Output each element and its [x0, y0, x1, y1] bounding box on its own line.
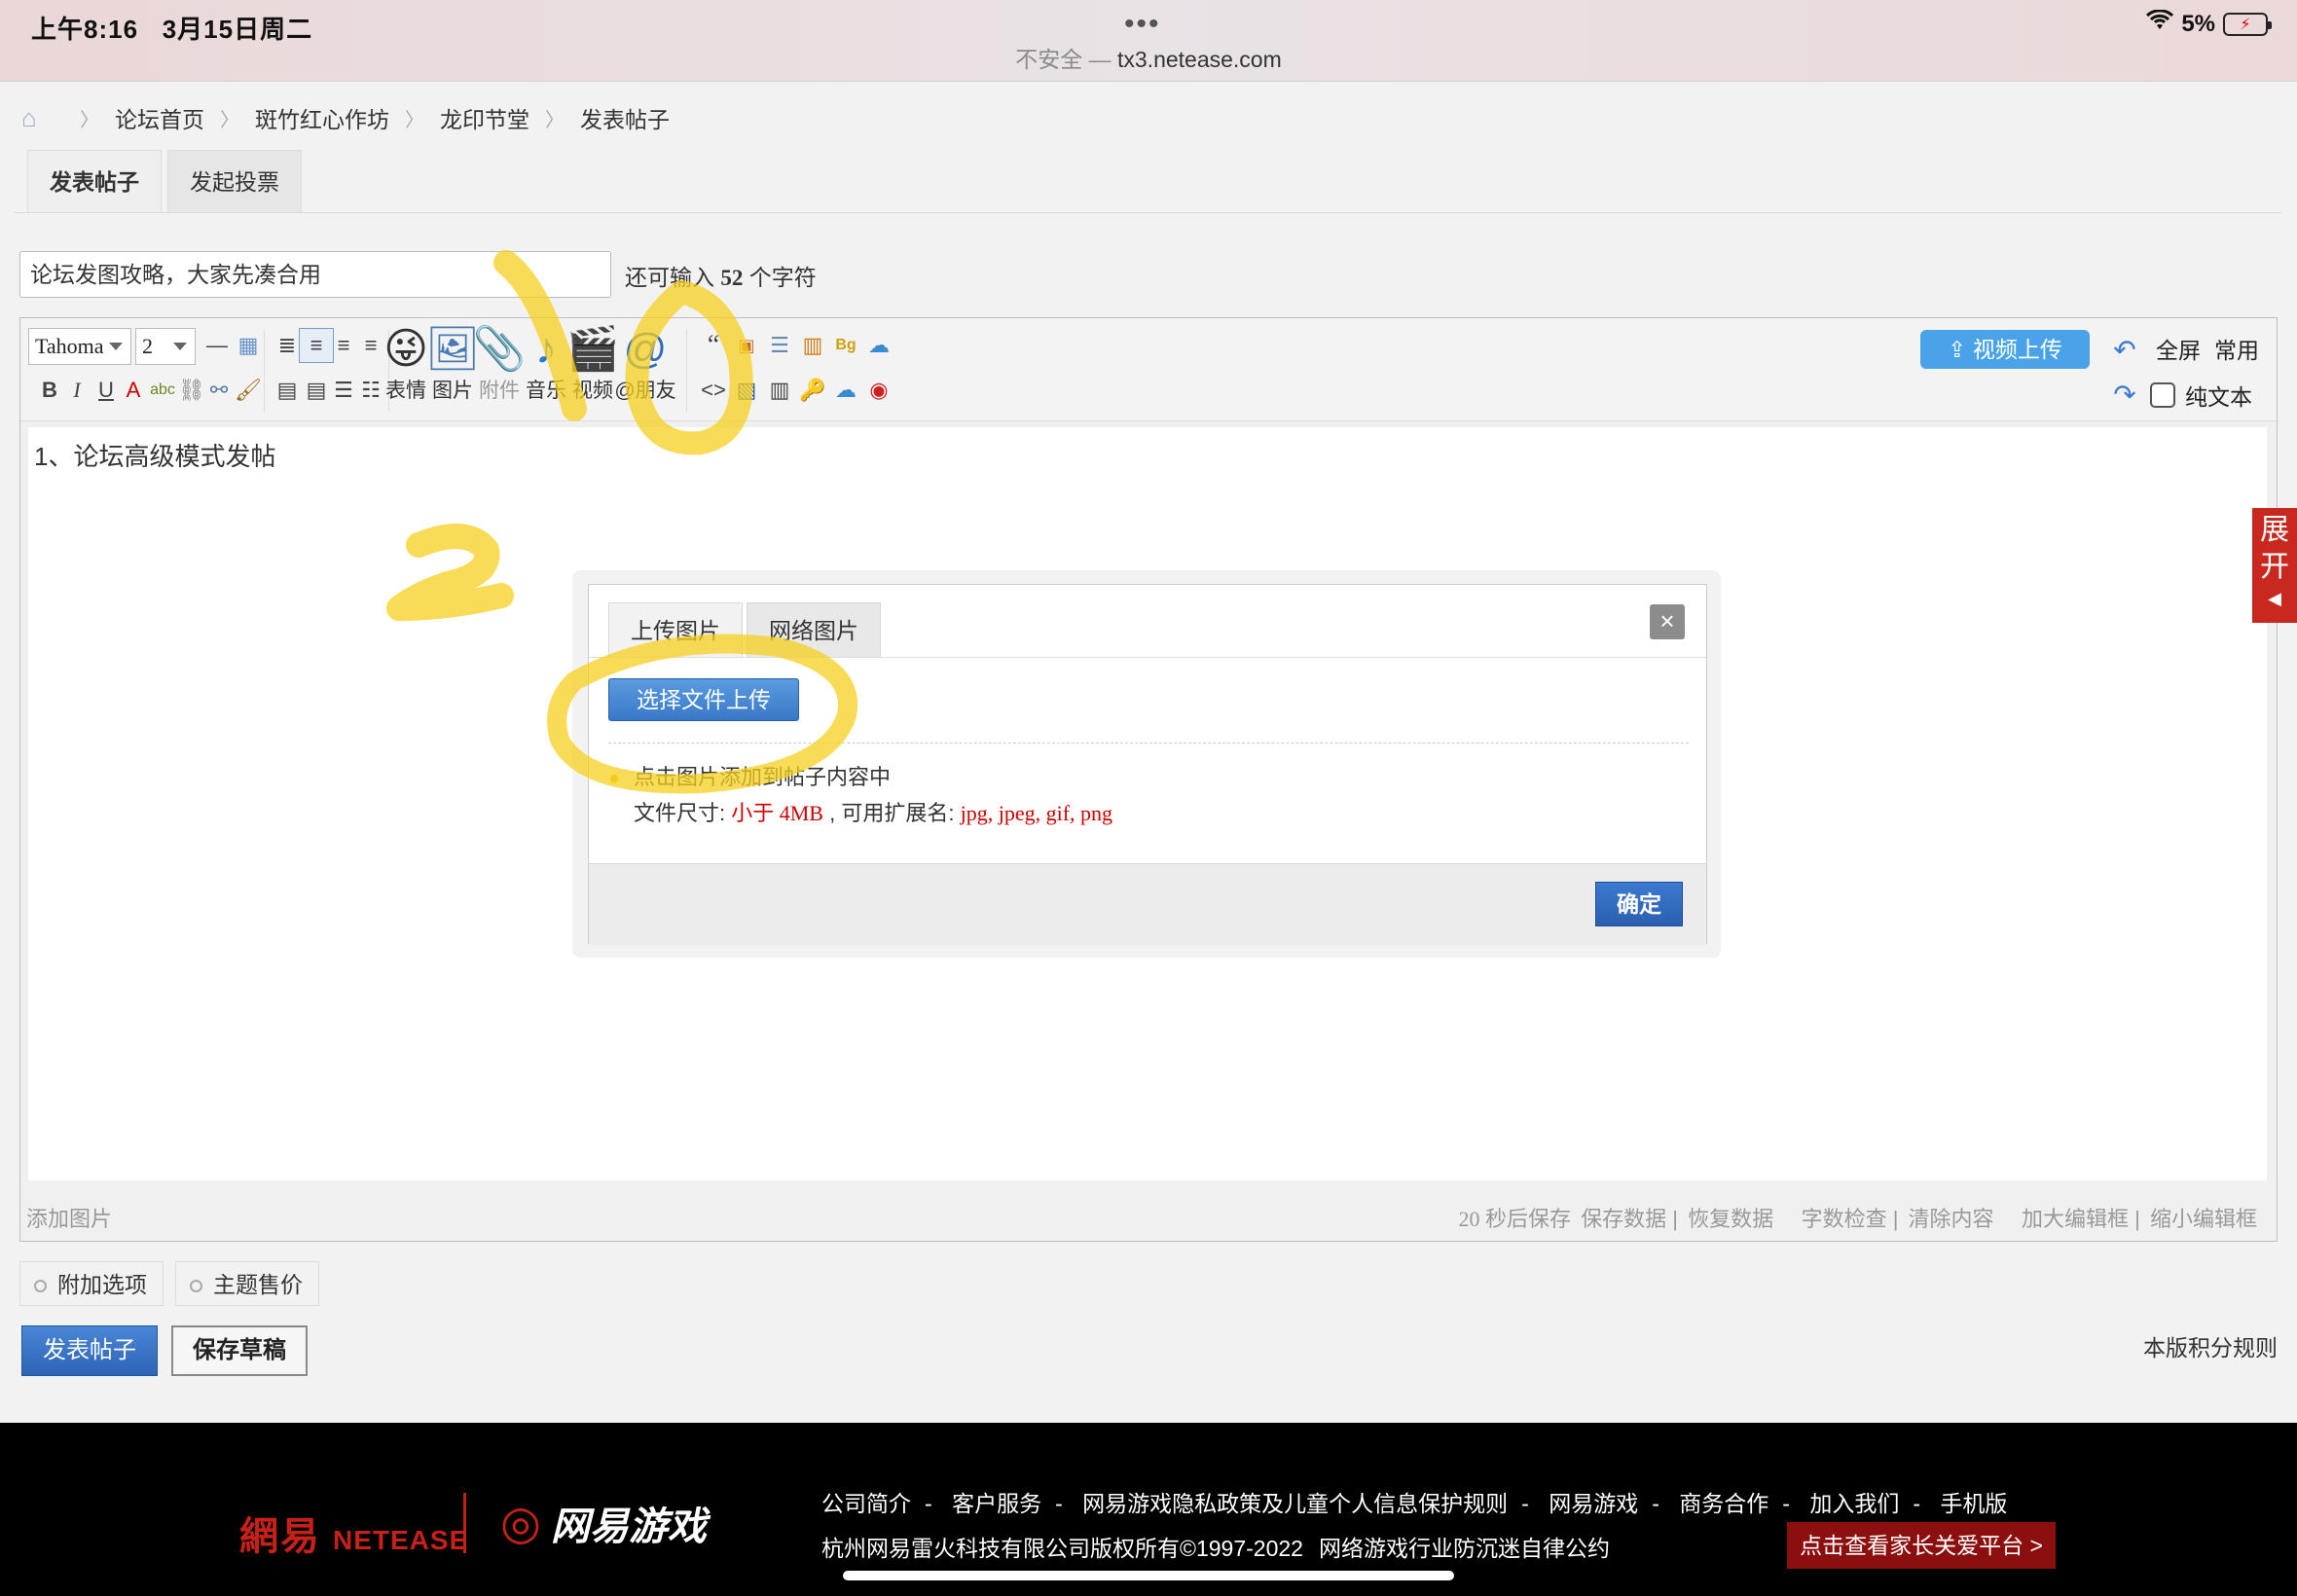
anti-addiction-link[interactable]: 网络游戏行业防沉迷自律公约: [1319, 1536, 1610, 1561]
shrink-editor-link[interactable]: 缩小编辑框: [2150, 1207, 2257, 1231]
word-paste-icon[interactable]: ▧: [729, 373, 764, 408]
breadcrumb-separator: 〉: [80, 109, 99, 131]
domain-label: tx3.netease.com: [1117, 47, 1282, 72]
editor-statusbar: 添加图片 20 秒后保存 保存数据 | 恢复数据 字数检查 | 清除内容 加大编…: [20, 1200, 2277, 1239]
netease-icon[interactable]: ◉: [861, 373, 896, 408]
tab-new-post[interactable]: 发表帖子: [27, 150, 162, 212]
plain-text-checkbox[interactable]: [2150, 382, 2175, 408]
footer-links: 公司简介 - 客户服务 - 网易游戏隐私政策及儿童个人信息保护规则 - 网易游戏 - 商…: [821, 1491, 2008, 1516]
common-button[interactable]: 常用: [2214, 332, 2259, 365]
tab-new-poll[interactable]: 发起投票: [167, 150, 302, 212]
submit-post-button[interactable]: 发表帖子: [21, 1325, 158, 1376]
close-icon[interactable]: ×: [1650, 604, 1685, 639]
tabs-divider: [14, 212, 2281, 213]
clear-content-link[interactable]: 清除内容: [1909, 1207, 1994, 1231]
dialog-tabs: 上传图片 网络图片: [608, 602, 881, 657]
footer-link-service[interactable]: 客户服务: [952, 1491, 1041, 1516]
parental-care-button[interactable]: 点击查看家长关爱平台 >: [1787, 1522, 2056, 1569]
add-image-link[interactable]: 添加图片: [26, 1200, 112, 1239]
ios-status-bar: 上午8:16 3月15日周二 ••• 不安全 — tx3.netease.com…: [0, 0, 2297, 82]
footer-link-about[interactable]: 公司简介: [821, 1491, 911, 1516]
wifi-icon: [2146, 9, 2174, 38]
footer-link-join[interactable]: 加入我们: [1809, 1491, 1899, 1516]
logo-divider: [463, 1493, 466, 1553]
side-expand-tab[interactable]: 展 开 ◀: [2252, 508, 2297, 623]
footer-link-privacy[interactable]: 网易游戏隐私政策及儿童个人信息保护规则: [1082, 1491, 1508, 1516]
footer-link-mobile[interactable]: 手机版: [1940, 1491, 2007, 1516]
extra-options-toggle[interactable]: 附加选项: [19, 1261, 164, 1306]
mention-button[interactable]: @ @朋友: [610, 324, 680, 404]
subject-input[interactable]: 论坛发图攻略，大家先凑合用: [19, 251, 611, 298]
columns-icon[interactable]: ▥: [762, 373, 797, 408]
save-data-link[interactable]: 保存数据: [1581, 1207, 1666, 1231]
multitask-dots[interactable]: •••: [1124, 8, 1161, 41]
netease-games-logo[interactable]: ◎ 网易游戏: [500, 1495, 707, 1551]
topic-price-toggle[interactable]: 主题售价: [175, 1261, 319, 1306]
save-draft-button[interactable]: 保存草稿: [171, 1325, 308, 1376]
hide-content-icon[interactable]: ☰: [762, 328, 797, 363]
free-icon[interactable]: ▣: [729, 328, 764, 363]
code-icon[interactable]: <>: [696, 373, 731, 408]
home-indicator[interactable]: [843, 1571, 1454, 1580]
image-upload-dialog: 上传图片 网络图片 × 选择文件上传 ● 点击图片添加到帖子内容中 文件尺寸: 小…: [588, 584, 1707, 945]
mention-icon: @: [623, 325, 668, 373]
address-bar[interactable]: 不安全 — tx3.netease.com: [0, 41, 2297, 74]
insecure-label: 不安全 —: [1015, 47, 1112, 72]
flash-icon[interactable]: ☁: [828, 373, 863, 408]
redo-icon[interactable]: ↷: [2107, 377, 2142, 412]
quote-icon[interactable]: “: [696, 328, 731, 363]
netease-logo[interactable]: 網易 NETEASE: [239, 1505, 468, 1561]
tab-upload-image[interactable]: 上传图片: [608, 602, 743, 657]
credit-rules-link[interactable]: 本版积分规则: [2143, 1329, 2278, 1362]
breadcrumb-forum-home[interactable]: 论坛首页: [115, 101, 204, 134]
font-size-select[interactable]: 2: [135, 328, 196, 365]
video-upload-button[interactable]: ⇪ 视频上传: [1920, 330, 2090, 369]
editor-toolbar: Tahoma 2 — ▦ B I U A abc ⛓ ⚯ 🖌 ≣ ≡ ≡ ≡ ▤…: [20, 318, 2277, 421]
breadcrumb-current: 发表帖子: [580, 107, 670, 132]
fullscreen-button[interactable]: 全屏: [2156, 332, 2201, 365]
breadcrumb-separator: 〉: [405, 109, 424, 131]
breadcrumb-subforum[interactable]: 龙印节堂: [440, 101, 529, 134]
footer-link-games[interactable]: 网易游戏: [1549, 1491, 1638, 1516]
battery-percent: 5%: [2181, 10, 2215, 37]
dialog-divider: [608, 743, 1689, 744]
toolbar-separator: [264, 330, 265, 412]
status-right: 5% ⚡: [2146, 9, 2272, 38]
undo-icon[interactable]: ↶: [2107, 332, 2142, 367]
enlarge-editor-link[interactable]: 加大编辑框: [2022, 1207, 2129, 1231]
restore-data-link[interactable]: 恢复数据: [1688, 1207, 1773, 1231]
breadcrumb-section[interactable]: 斑竹红心作坊: [255, 101, 389, 134]
font-family-select[interactable]: Tahoma: [28, 328, 131, 365]
home-icon[interactable]: ⌂: [21, 105, 49, 130]
chevron-left-icon: ◀: [2268, 589, 2281, 608]
clear-format-icon[interactable]: 🖌: [231, 373, 266, 408]
confirm-button[interactable]: 确定: [1595, 882, 1683, 926]
footer-link-business[interactable]: 商务合作: [1679, 1491, 1768, 1516]
choose-file-button[interactable]: 选择文件上传: [608, 678, 799, 721]
autosave-countdown: 20 秒后保存: [1458, 1207, 1572, 1231]
horizontal-rule-icon[interactable]: —: [200, 328, 235, 363]
page-break-icon[interactable]: ▥: [795, 328, 830, 363]
breadcrumb-separator: 〉: [220, 109, 239, 131]
breadcrumb-separator: 〉: [545, 109, 565, 131]
plain-text-label: 纯文本: [2185, 384, 2252, 410]
char-count: 还可输入 52 个字符: [625, 265, 817, 290]
qq-icon[interactable]: ☁: [861, 328, 896, 363]
background-music-icon[interactable]: Bg: [828, 328, 863, 363]
dialog-tabs-divider: [589, 657, 1706, 658]
lightbulb-icon: ●: [608, 768, 621, 789]
post-type-tabs: 发表帖子 发起投票: [27, 150, 302, 212]
tab-network-image[interactable]: 网络图片: [747, 602, 881, 657]
upload-tips: ● 点击图片添加到帖子内容中 文件尺寸: 小于 4MB , 可用扩展名: jpg,…: [608, 760, 1112, 831]
toolbar-separator: [686, 330, 687, 412]
table-icon[interactable]: ▦: [231, 328, 266, 363]
dialog-footer: 确定: [589, 863, 1706, 945]
breadcrumb: ⌂ 〉 论坛首页 〉 斑竹红心作坊 〉 龙印节堂 〉 发表帖子: [21, 101, 670, 134]
netease-games-swirl-icon: ◎: [500, 1498, 541, 1549]
footer-copyright: 杭州网易雷火科技有限公司版权所有©1997-2022 网络游戏行业防沉迷自律公约: [821, 1536, 1610, 1561]
battery-icon: ⚡: [2223, 12, 2272, 36]
word-check-link[interactable]: 字数检查: [1802, 1207, 1887, 1231]
password-icon[interactable]: 🔑: [795, 373, 830, 408]
